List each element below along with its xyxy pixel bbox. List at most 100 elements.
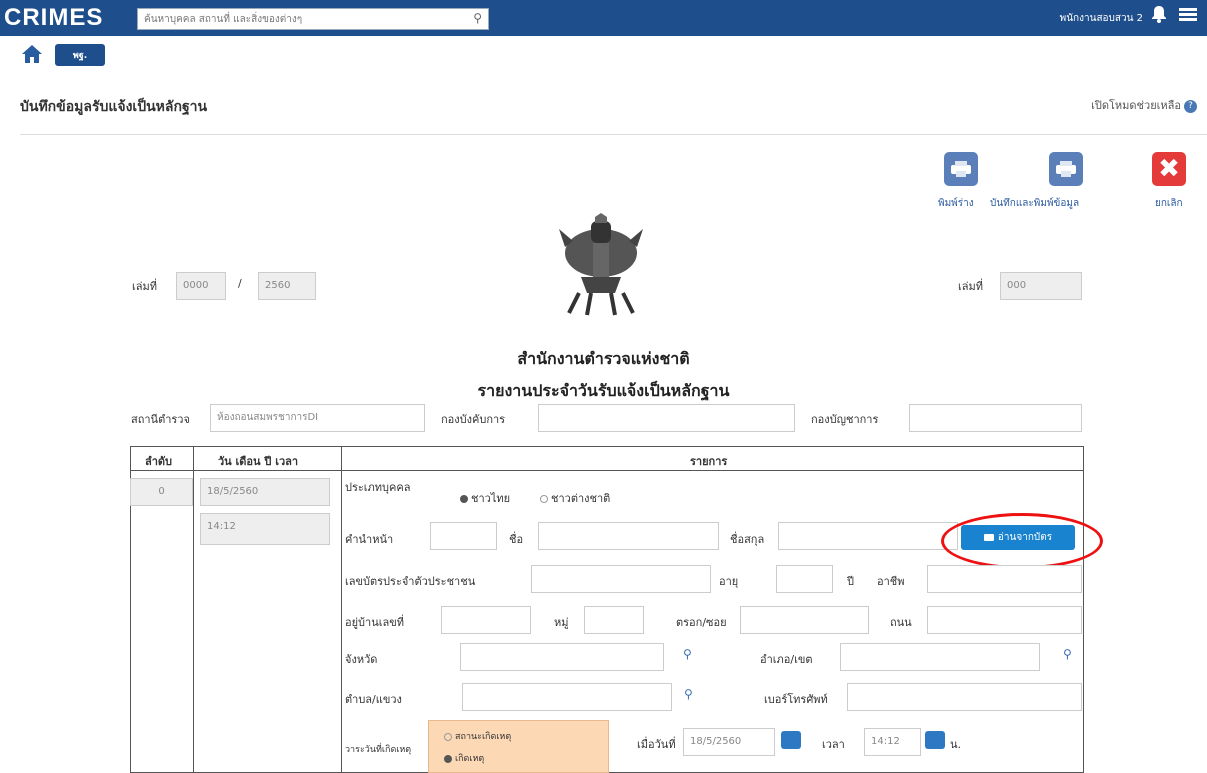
road-label: ถนน: [890, 616, 912, 629]
bell-icon[interactable]: [1151, 5, 1167, 23]
app-logo[interactable]: CRIMES: [4, 4, 103, 32]
incident-unknown-label: สถานะเกิดเหตุ: [455, 732, 512, 742]
phone-label: เบอร์โทรศัพท์: [764, 693, 828, 706]
col-header-items: รายการ: [690, 455, 728, 468]
occupation-label: อาชีพ: [877, 575, 905, 588]
phone-field[interactable]: [847, 683, 1082, 711]
address-label: อยู่บ้านเลขที่: [345, 616, 405, 629]
save-print-button[interactable]: [1049, 152, 1083, 186]
age-unit: ปี: [847, 575, 854, 588]
book-number-label: เล่มที่: [132, 280, 158, 293]
clock-icon[interactable]: [925, 731, 945, 749]
user-name[interactable]: พนักงานสอบสวน 2: [1060, 11, 1143, 26]
age-label: อายุ: [719, 575, 739, 588]
subdistrict-label: ตำบล/แขวง: [345, 693, 402, 706]
highlight-circle: [941, 513, 1103, 569]
menu-pill-button[interactable]: พฐ.: [55, 44, 105, 66]
radio-selected-icon: [444, 754, 452, 763]
province-label: จังหวัด: [345, 653, 378, 666]
help-mode-link[interactable]: เปิดโหมดช่วยเหลือ?: [1091, 96, 1197, 114]
top-navbar: CRIMES ค้นหาบุคคล สถานที่ และสิ่งของต่าง…: [0, 0, 1207, 36]
table-divider: [341, 446, 342, 773]
garuda-emblem-icon: [559, 213, 643, 316]
station-label: สถานีตำรวจ: [131, 413, 190, 426]
search-placeholder: ค้นหาบุคคล สถานที่ และสิ่งของต่างๆ: [144, 14, 303, 25]
name-label: ชื่อ: [509, 533, 524, 546]
time-label: เวลา: [822, 738, 845, 751]
when-date-field[interactable]: 18/5/2560: [683, 728, 775, 756]
seq-field[interactable]: 0: [130, 478, 193, 506]
time-field[interactable]: 14:12: [200, 513, 330, 545]
radio-selected-icon: [460, 495, 468, 503]
person-type-radio-thai[interactable]: ชาวไทย: [460, 489, 510, 507]
surname-field[interactable]: [778, 522, 958, 550]
book-number-field[interactable]: 0000: [176, 272, 226, 300]
printer-icon: [1056, 161, 1076, 177]
district-field[interactable]: [840, 643, 1040, 671]
province-search-icon[interactable]: ⚲: [683, 647, 692, 661]
command-field[interactable]: [909, 404, 1082, 432]
name-field[interactable]: [538, 522, 719, 550]
radio-foreign-label: ชาวต่างชาติ: [551, 492, 611, 505]
incident-option-box: [428, 720, 609, 773]
station-field[interactable]: ห้องถอนสมพรชาการDI: [210, 404, 425, 432]
subdistrict-search-icon[interactable]: ⚲: [684, 687, 693, 701]
id-number-label: เลขบัตรประจำตัวประชาชน: [345, 575, 476, 588]
division-label: กองบังคับการ: [441, 413, 506, 426]
person-type-radio-foreign[interactable]: ชาวต่างชาติ: [540, 489, 610, 507]
moo-label: หมู่: [554, 616, 569, 629]
time-unit: น.: [950, 738, 962, 751]
surname-label: ชื่อสกุล: [730, 533, 765, 546]
book-number-right-field[interactable]: 000: [1000, 272, 1082, 300]
calendar-icon[interactable]: [781, 731, 801, 749]
subdistrict-field[interactable]: [462, 683, 672, 711]
district-label: อำเภอ/เขต: [760, 653, 813, 666]
print-draft-button[interactable]: [944, 152, 978, 186]
incident-option-unknown[interactable]: สถานะเกิดเหตุ: [444, 729, 511, 743]
table-divider: [193, 446, 194, 773]
home-icon[interactable]: [21, 43, 43, 65]
page-title: บันทึกข้อมูลรับแจ้งเป็นหลักฐาน: [20, 99, 208, 115]
help-mode-label: เปิดโหมดช่วยเหลือ: [1091, 99, 1181, 112]
date-field[interactable]: 18/5/2560: [200, 478, 330, 506]
command-label: กองบัญชาการ: [811, 413, 879, 426]
save-print-label[interactable]: บันทึกและพิมพ์ข้อมูล: [990, 196, 1079, 211]
moo-field[interactable]: [584, 606, 644, 634]
age-field[interactable]: [776, 565, 833, 593]
occupation-field[interactable]: [927, 565, 1082, 593]
question-icon: ?: [1184, 99, 1197, 113]
district-search-icon[interactable]: ⚲: [1063, 647, 1072, 661]
prefix-label: คำนำหน้า: [345, 533, 394, 546]
cancel-label[interactable]: ยกเลิก: [1155, 196, 1183, 211]
time-field-incident[interactable]: 14:12: [864, 728, 921, 756]
report-title: รายงานประจำวันรับแจ้งเป็นหลักฐาน: [477, 381, 730, 400]
road-field[interactable]: [927, 606, 1082, 634]
when-label: เมื่อวันที่: [637, 738, 676, 751]
org-heading: สำนักงานตำรวจแห่งชาติ: [517, 349, 690, 368]
incident-option-known[interactable]: เกิดเหตุ: [444, 751, 484, 765]
col-header-date: วัน เดือน ปี เวลา: [218, 455, 299, 468]
global-search-input[interactable]: ค้นหาบุคคล สถานที่ และสิ่งของต่างๆ ⚲: [137, 8, 489, 30]
print-draft-label[interactable]: พิมพ์ร่าง: [938, 196, 974, 211]
close-icon: ✖: [1158, 154, 1180, 184]
division-field[interactable]: [538, 404, 795, 432]
col-header-seq: ลำดับ: [145, 455, 173, 468]
book-number-right-label: เล่มที่: [958, 280, 984, 293]
menu-icon[interactable]: [1179, 8, 1197, 22]
id-number-field[interactable]: [531, 565, 711, 593]
book-year-field[interactable]: 2560: [258, 272, 316, 300]
prefix-field[interactable]: [430, 522, 497, 550]
address-field[interactable]: [441, 606, 531, 634]
cancel-button[interactable]: ✖: [1152, 152, 1186, 186]
person-type-label: ประเภทบุคคล: [345, 481, 411, 494]
slash-separator: /: [238, 277, 242, 290]
divider: [20, 134, 1207, 135]
soi-field[interactable]: [740, 606, 869, 634]
radio-icon: [444, 732, 452, 741]
incident-known-label: เกิดเหตุ: [455, 754, 485, 764]
radio-thai-label: ชาวไทย: [471, 492, 511, 505]
table-header-line: [130, 470, 1084, 471]
search-icon[interactable]: ⚲: [473, 11, 482, 25]
province-field[interactable]: [460, 643, 664, 671]
radio-icon: [540, 495, 548, 503]
